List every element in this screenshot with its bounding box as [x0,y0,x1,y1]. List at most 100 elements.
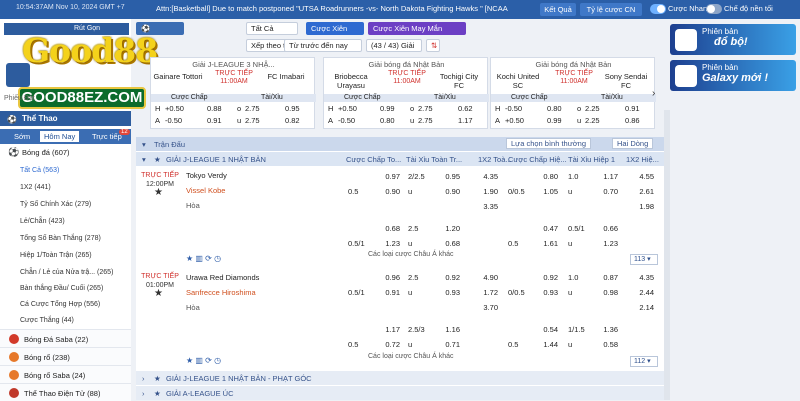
menu-total-goals[interactable]: Tổng Số Bàn Thắng (278) [20,235,101,242]
featured-card-2[interactable]: Giải bóng đá Nhật Bản Briobecca Urayasu … [323,57,489,129]
star-icon[interactable]: ★ [154,155,161,164]
odds-cell[interactable]: 1.17 [370,324,400,336]
odds-cell[interactable]: 0.68 [370,223,400,235]
promo-banner-2[interactable]: Phiên bản Galaxy mới ! [670,60,796,91]
market-count[interactable]: 112 ▾ [630,356,658,367]
market-count[interactable]: 113 ▾ [630,254,658,265]
odds-cell[interactable]: 0.68 [428,238,460,250]
odds-cell[interactable]: 2.14 [624,302,654,314]
odds-cell[interactable]: 2.44 [624,287,654,299]
odds-cell[interactable]: 0.96 [370,272,400,284]
menu-odd-even[interactable]: Lẻ/Chẵn (423) [20,218,65,225]
odds-cell[interactable]: 1.36 [588,324,618,336]
odds-cell[interactable]: 1.20 [428,223,460,235]
odds-cell[interactable]: 0.71 [428,339,460,351]
fast-bet-toggle[interactable] [650,4,666,14]
odds-cell[interactable]: 1.17 [588,171,618,183]
bet-slip-link[interactable]: Phiếu Đặt [4,95,35,102]
odds-cell[interactable]: 1.72 [468,287,498,299]
odds-cell[interactable]: 1.90 [468,186,498,198]
odds-cell[interactable]: 0.93 [428,287,460,299]
odds-cell[interactable]: 4.35 [468,171,498,183]
football-menu[interactable]: Bóng đá (607) [0,145,131,159]
odds-cell[interactable]: 0.54 [526,324,558,336]
favorite-star-icon[interactable]: ★ [154,288,163,299]
featured-card-3[interactable]: Giải bóng đá Nhật Bản Kochi United SC TR… [490,57,656,129]
tab-early[interactable]: Sớm [14,132,30,141]
league-header-2[interactable]: › ★ GIẢI J-LEAGUE 1 NHẬT BẢN - PHẠT GÓC [136,371,664,385]
odds-cell[interactable]: 0.47 [526,223,558,235]
odds-cell[interactable]: 0.72 [370,339,400,351]
match-action-icons[interactable]: ★ ▥ ⟳ ◷ [186,254,221,263]
odds-cell[interactable]: 1.23 [370,238,400,250]
odds-cell[interactable]: 1.16 [428,324,460,336]
lucky-parlay-button[interactable]: Cược Xiên May Mắn [368,22,466,35]
league-count[interactable]: (43 / 43) Giải [366,39,422,52]
sort-icon[interactable]: ⇅ [426,39,440,52]
odds-cell[interactable]: 1.05 [526,186,558,198]
sports-header[interactable]: Thể Thao [0,111,131,126]
featured-card-1[interactable]: Giải J-LEAGUE 3 NHẬ... Gainare Tottori T… [150,57,316,129]
more-bets-link[interactable]: Các loại cược Châu Á khác [368,251,454,258]
expand-icon[interactable]: › [142,389,145,398]
odds-cell[interactable]: 0.95 [428,171,460,183]
menu-first-last-goal[interactable]: Bàn thắng Đầu/ Cuối (265) [20,285,103,292]
expand-icon[interactable]: ▾ [142,155,146,164]
odds-type-select[interactable]: Tỷ lệ cược CN [580,3,642,16]
favorite-star-icon[interactable]: ★ [154,187,163,198]
odds-cell[interactable]: 0.90 [428,186,460,198]
menu-all[interactable]: Tất Cả (563) [20,167,59,174]
menu-half-odd-even[interactable]: Chẵn / Lẻ của Nửa trậ... (265) [20,269,113,276]
next-arrow-icon[interactable]: › [652,88,655,99]
odds-cell[interactable]: 1.23 [588,238,618,250]
odds-cell[interactable]: 0.70 [588,186,618,198]
odds-cell[interactable]: 0.92 [428,272,460,284]
league-header-1[interactable]: ▾ ★ GIẢI J-LEAGUE 1 NHẬT BẢN Cược Chấp T… [136,152,664,166]
league-header-3[interactable]: › ★ GIẢI A-LEAGUE ÚC [136,386,664,400]
results-button[interactable]: Kết Quả [540,3,576,16]
odds-cell[interactable]: 3.35 [468,201,498,213]
page-scrollbar[interactable] [664,110,670,400]
sport-basketball[interactable]: Bóng rổ (238) [0,347,131,365]
odds-cell[interactable]: 0.90 [370,186,400,198]
tab-live[interactable]: Trực tiếp [92,132,122,141]
odds-cell[interactable]: 0.91 [370,287,400,299]
odds-cell[interactable]: 1.61 [526,238,558,250]
more-bets-link[interactable]: Các loại cược Châu Á khác [368,353,454,360]
menu-mix-parlay[interactable]: Cá Cược Tổng Hợp (556) [20,301,100,308]
tab-today[interactable]: Hôm Nay [40,131,80,142]
odds-cell[interactable]: 2.61 [624,186,654,198]
menu-1x2[interactable]: 1X2 (441) [20,184,51,191]
odds-cell[interactable]: 4.35 [624,272,654,284]
star-icon[interactable]: ★ [154,389,161,398]
sport-saba-soccer[interactable]: Bóng Đá Saba (22) [0,329,131,347]
odds-cell[interactable]: 0.58 [588,339,618,351]
sport-filter[interactable]: ⚽ [136,22,184,35]
market-select[interactable]: Lựa chọn bình thường [506,138,592,149]
news-ticker[interactable]: Attn:[Basketball] Due to match postponed… [156,4,526,13]
league-filter-select[interactable]: Tất Cả [246,22,298,35]
odds-cell[interactable]: 0.92 [526,272,558,284]
odds-cell[interactable]: 3.70 [468,302,498,314]
sport-esports[interactable]: Thể Thao Điện Tử (88) [0,383,131,401]
star-icon[interactable]: ★ [154,374,161,383]
odds-cell[interactable]: 0.97 [370,171,400,183]
parlay-button[interactable]: Cược Xiên [306,22,364,35]
menu-outright[interactable]: Cược Thắng (44) [20,317,74,324]
expand-icon[interactable]: › [142,374,145,383]
odds-cell[interactable]: 0.66 [588,223,618,235]
menu-correct-score[interactable]: Tỷ Số Chính Xác (279) [20,201,91,208]
odds-cell[interactable]: 4.90 [468,272,498,284]
odds-cell[interactable]: 0.87 [588,272,618,284]
matches-tab[interactable]: Trận Đấu [154,140,185,149]
odds-cell[interactable]: 0.98 [588,287,618,299]
dark-mode-toggle[interactable] [706,4,722,14]
odds-cell[interactable]: 4.55 [624,171,654,183]
time-filter-select[interactable]: Từ trước đến nay [284,39,362,52]
odds-cell[interactable]: 0.80 [526,171,558,183]
odds-cell[interactable]: 0.93 [526,287,558,299]
collapse-icon[interactable]: ▾ [142,140,146,149]
view-select[interactable]: Hai Dòng [612,138,654,149]
odds-cell[interactable]: 1.98 [624,201,654,213]
match-action-icons[interactable]: ★ ▥ ⟳ ◷ [186,356,221,365]
